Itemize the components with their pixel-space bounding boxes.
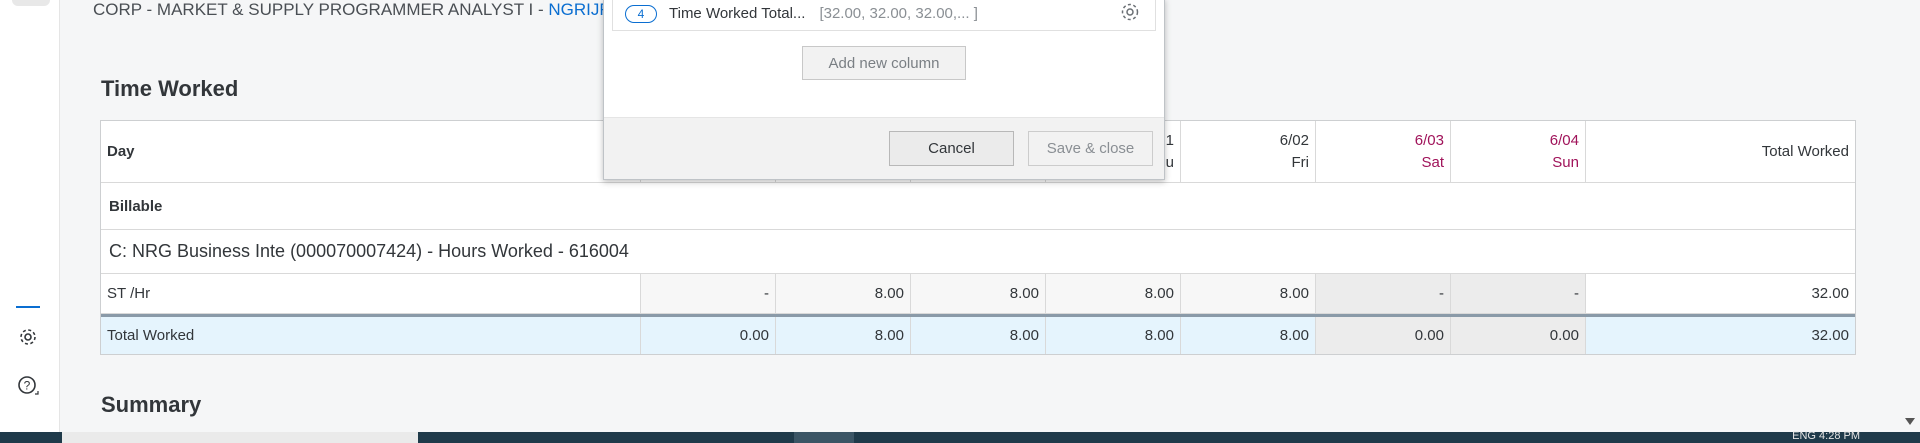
row-total: 32.00 [1586,274,1855,313]
save-close-button[interactable]: Save & close [1028,131,1153,166]
system-tray: ENG 4:28 PM [1792,430,1860,442]
row-label: ST /Hr [101,274,641,313]
gear-icon[interactable] [14,323,42,351]
taskbar-active-app[interactable] [794,432,854,443]
total-cell: 8.00 [776,317,911,354]
day-column-header[interactable]: 6/04 Sun [1451,121,1586,182]
hours-cell[interactable]: 8.00 [1181,274,1316,313]
page-subtitle: CORP - MARKET & SUPPLY PROGRAMMER ANALYS… [93,0,612,20]
column-number-badge: 4 [625,4,657,23]
hours-cell[interactable]: - [1451,274,1586,313]
hours-cell[interactable]: 8.00 [1046,274,1181,313]
hours-cell[interactable]: - [641,274,776,313]
taskbar: ENG 4:28 PM [0,430,1920,443]
total-row: Total Worked 0.00 8.00 8.00 8.00 8.00 0.… [101,314,1855,354]
scroll-down-arrow[interactable] [1905,418,1915,425]
total-cell: 8.00 [911,317,1046,354]
column-list-item[interactable]: 4 Time Worked Total... [32.00, 32.00, 32… [612,0,1156,31]
total-worked-header: Total Worked [1761,142,1849,160]
hours-cell[interactable]: 8.00 [911,274,1046,313]
help-icon[interactable]: ? [14,372,42,400]
hours-cell[interactable]: 8.00 [776,274,911,313]
rail-top-button[interactable] [12,0,50,6]
total-row-label: Total Worked [101,317,641,354]
summary-title: Summary [101,392,202,417]
subtitle-text: CORP - MARKET & SUPPLY PROGRAMMER ANALYS… [93,0,549,19]
contract-row-label: C: NRG Business Inte (000070007424) - Ho… [101,230,1855,274]
column-name: Time Worked Total... [669,5,806,22]
side-rail: ? [0,0,60,432]
table-row: ST /Hr - 8.00 8.00 8.00 8.00 - - 32.00 [101,274,1855,314]
total-cell: 0.00 [641,317,776,354]
total-cell: 0.00 [1316,317,1451,354]
hours-cell[interactable]: - [1316,274,1451,313]
add-new-column-button[interactable]: Add new column [802,46,966,80]
gear-icon[interactable] [1119,1,1141,27]
column-settings-dialog: 4 Time Worked Total... [32.00, 32.00, 32… [603,0,1165,180]
total-cell: 0.00 [1451,317,1586,354]
time-worked-title: Time Worked [101,76,239,101]
dialog-footer: Cancel Save & close [604,117,1164,179]
grand-total: 32.00 [1811,327,1849,344]
cancel-button[interactable]: Cancel [889,131,1014,166]
day-column-header[interactable]: 6/03 Sat [1316,121,1451,182]
billable-group-label: Billable [101,183,1855,230]
taskbar-search[interactable] [62,432,418,443]
total-cell: 8.00 [1181,317,1316,354]
rail-separator [16,306,40,308]
column-values: [32.00, 32.00, 32.00,... ] [819,5,978,22]
day-column-header[interactable]: 6/02 Fri [1181,121,1316,182]
svg-text:?: ? [24,379,31,393]
day-header: Day [101,121,641,182]
total-cell: 8.00 [1046,317,1181,354]
